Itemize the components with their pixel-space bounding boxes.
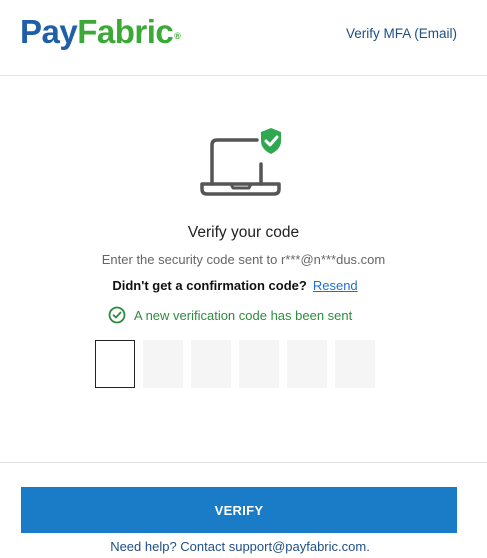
payfabric-logo: PayFabric® — [20, 12, 181, 52]
resend-link[interactable]: Resend — [313, 278, 358, 293]
code-digit-2[interactable] — [143, 340, 183, 388]
logo-registered-mark: ® — [174, 31, 181, 41]
code-digit-4[interactable] — [239, 340, 279, 388]
code-sent-notice: A new verification code has been sent — [108, 305, 352, 325]
code-digit-1[interactable] — [95, 340, 135, 388]
header: PayFabric® Verify MFA (Email) — [0, 0, 487, 76]
code-digit-5[interactable] — [287, 340, 327, 388]
logo-pay-text: Pay — [20, 13, 78, 50]
code-digit-3[interactable] — [191, 340, 231, 388]
footer-divider — [0, 462, 487, 463]
security-code-instructions: Enter the security code sent to r***@n**… — [101, 252, 386, 267]
verify-button[interactable]: VERIFY — [21, 487, 457, 533]
notice-text: A new verification code has been sent — [134, 307, 353, 323]
logo-fabric-text: Fabric — [77, 13, 174, 50]
verify-heading: Verify your code — [187, 224, 300, 241]
page-title: Verify MFA (Email) — [345, 26, 457, 41]
verification-code-inputs — [95, 340, 375, 388]
laptop-shield-check-icon — [199, 128, 285, 198]
code-digit-6[interactable] — [335, 340, 375, 388]
resend-line: Didn't get a confirmation code? Resend — [0, 278, 470, 293]
help-contact-text[interactable]: Need help? Contact support@payfabric.com… — [0, 539, 480, 554]
resend-prompt: Didn't get a confirmation code? — [112, 278, 307, 293]
check-circle-icon — [108, 306, 126, 324]
